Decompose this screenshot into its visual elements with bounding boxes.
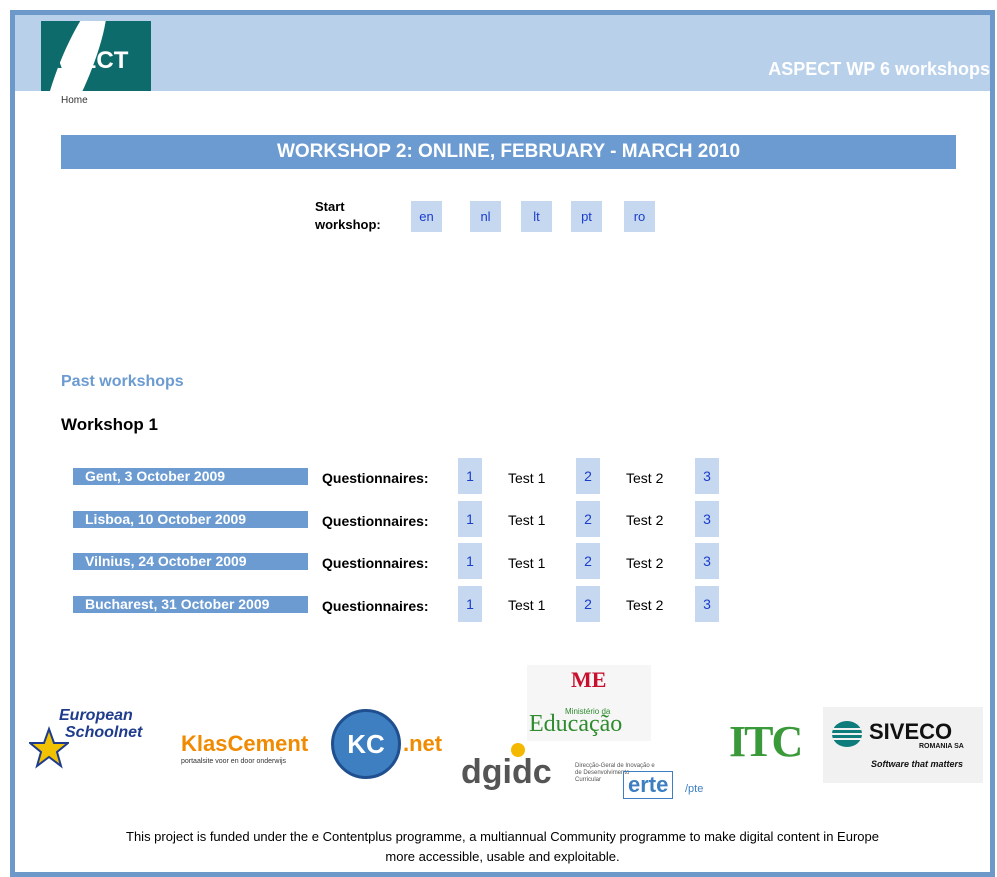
start-lang-en[interactable]: en xyxy=(411,201,442,232)
european-schoolnet-logo[interactable]: European Schoolnet xyxy=(29,707,179,777)
questionnaire-1-link[interactable]: 1 xyxy=(458,458,482,494)
star-icon xyxy=(29,726,69,769)
questionnaire-2-link[interactable]: 2 xyxy=(576,501,600,537)
erte-logo[interactable]: erte /pte xyxy=(623,767,723,811)
aspect-logo-letter-a: A xyxy=(45,47,63,74)
test-2-label: Test 2 xyxy=(626,470,664,486)
aspect-logo-text: PECT xyxy=(64,47,129,74)
session-city-gent: Gent, 3 October 2009 xyxy=(73,468,308,485)
questionnaires-label: Questionnaires: xyxy=(322,555,429,571)
header: APECT ASPECT WP 6 workshops xyxy=(15,15,990,91)
klascement-logo[interactable]: KlasCement portaalsite voor en door onde… xyxy=(181,709,451,779)
siveco-logo[interactable]: SIVECO ROMANIA SA Software that matters xyxy=(823,707,983,783)
test-1-label: Test 1 xyxy=(508,470,546,486)
questionnaire-3-link[interactable]: 3 xyxy=(695,458,719,494)
start-workshop-label: Start workshop: xyxy=(315,199,381,232)
past-workshops-heading: Past workshops xyxy=(61,373,184,390)
test-2-label: Test 2 xyxy=(626,555,664,571)
start-lang-pt[interactable]: pt xyxy=(571,201,602,232)
questionnaire-3-link[interactable]: 3 xyxy=(695,543,719,579)
questionnaire-2-link[interactable]: 2 xyxy=(576,586,600,622)
funding-notice: This project is funded under the e Conte… xyxy=(126,829,879,864)
start-lang-ro[interactable]: ro xyxy=(624,201,655,232)
test-1-label: Test 1 xyxy=(508,597,546,613)
siveco-globe-icon xyxy=(832,721,862,747)
workshop-1-heading: Workshop 1 xyxy=(61,415,158,434)
ministerio-educacao-logo[interactable]: ME Ministério da Educação xyxy=(527,665,651,741)
questionnaire-1-link[interactable]: 1 xyxy=(458,586,482,622)
kc-circle-icon: KC xyxy=(331,709,401,779)
workshop-banner: WORKSHOP 2: ONLINE, FEBRUARY - MARCH 201… xyxy=(61,135,956,169)
questionnaire-3-link[interactable]: 3 xyxy=(695,501,719,537)
start-lang-nl[interactable]: nl xyxy=(470,201,501,232)
test-2-label: Test 2 xyxy=(626,597,664,613)
session-city-lisboa: Lisboa, 10 October 2009 xyxy=(73,511,308,528)
breadcrumb-home[interactable]: Home xyxy=(61,95,88,106)
test-2-label: Test 2 xyxy=(626,512,664,528)
dgidc-logo[interactable]: dgidc Direcção-Geral de Inovação e de De… xyxy=(461,743,655,815)
questionnaire-2-link[interactable]: 2 xyxy=(576,458,600,494)
questionnaire-1-link[interactable]: 1 xyxy=(458,501,482,537)
questionnaires-label: Questionnaires: xyxy=(322,470,429,486)
itc-logo[interactable]: ITC xyxy=(729,715,821,769)
start-lang-lt[interactable]: lt xyxy=(521,201,552,232)
site-title: ASPECT WP 6 workshops xyxy=(768,59,990,79)
test-1-label: Test 1 xyxy=(508,512,546,528)
aspect-logo[interactable]: APECT xyxy=(41,21,151,91)
page-frame: APECT ASPECT WP 6 workshops Home WORKSHO… xyxy=(10,10,995,877)
questionnaires-label: Questionnaires: xyxy=(322,598,429,614)
session-city-bucharest: Bucharest, 31 October 2009 xyxy=(73,596,308,613)
session-city-vilnius: Vilnius, 24 October 2009 xyxy=(73,553,308,570)
questionnaire-3-link[interactable]: 3 xyxy=(695,586,719,622)
test-1-label: Test 1 xyxy=(508,555,546,571)
questionnaires-label: Questionnaires: xyxy=(322,513,429,529)
questionnaire-1-link[interactable]: 1 xyxy=(458,543,482,579)
questionnaire-2-link[interactable]: 2 xyxy=(576,543,600,579)
